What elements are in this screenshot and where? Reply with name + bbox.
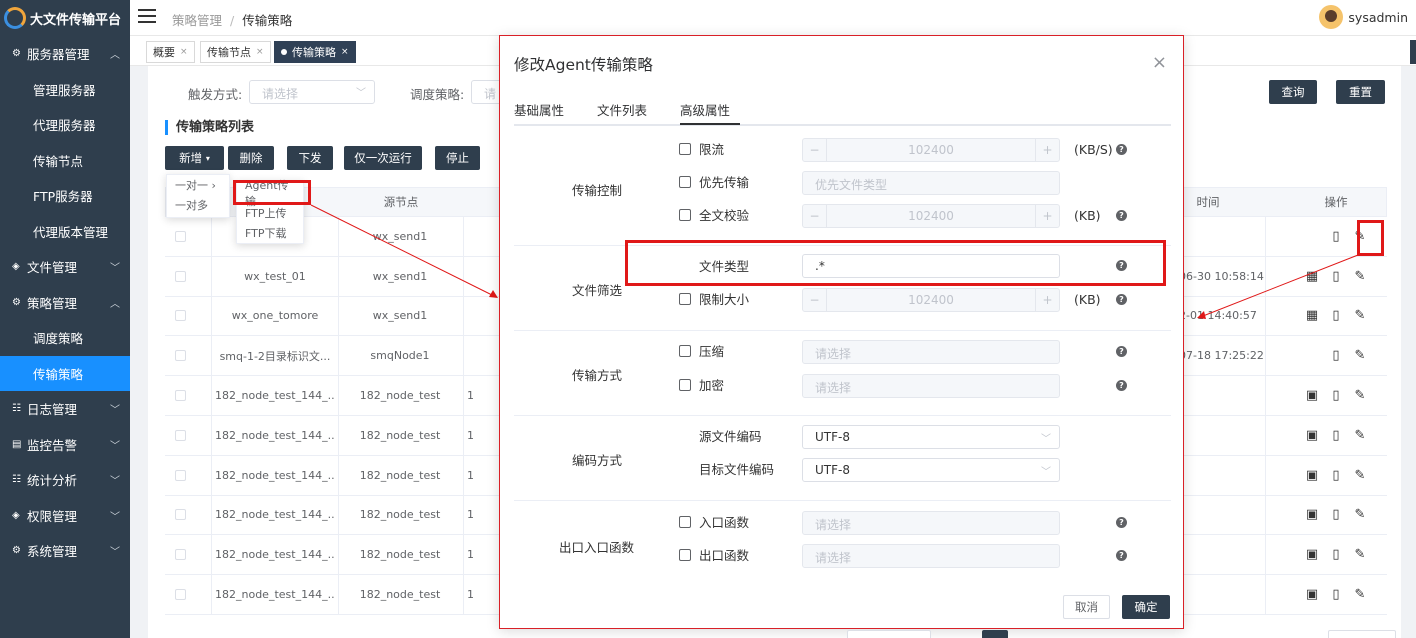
dialog-title: 修改Agent传输策略 — [514, 56, 653, 74]
encrypt-select[interactable]: 请选择 — [802, 374, 1060, 398]
checksum-input[interactable]: −102400 + — [802, 204, 1060, 228]
exit-function-select[interactable]: 请选择 — [802, 544, 1060, 568]
group-label: 传输控制 — [572, 183, 623, 198]
priority-checkbox[interactable]: 优先传输 — [679, 172, 749, 191]
arrow-head-right — [1197, 311, 1206, 319]
dialog-body: 传输控制 限流 −102400 + (KB/S) ? 优先传输 优先文件类型 全文… — [514, 126, 1171, 586]
plus-icon[interactable]: + — [1035, 289, 1059, 311]
entry-function-select[interactable]: 请选择 — [802, 511, 1060, 535]
page-size-select[interactable] — [847, 630, 931, 638]
exit-function-checkbox[interactable]: 出口函数 — [679, 545, 749, 564]
compress-checkbox[interactable]: 压缩 — [679, 341, 724, 360]
help-icon[interactable]: ? — [1116, 294, 1127, 305]
dialog-tabs: 基础属性 文件列表 高级属性 — [514, 96, 1171, 126]
target-encoding-label: 目标文件编码 — [699, 462, 775, 477]
compress-select[interactable]: 请选择 — [802, 340, 1060, 364]
help-icon[interactable]: ? — [1116, 517, 1127, 528]
arrow-line-right — [1202, 254, 1359, 317]
tab-file-list[interactable]: 文件列表 — [597, 100, 647, 119]
group-encoding: 编码方式 源文件编码 UTF-8 ﹀ 目标文件编码 UTF-8 ﹀ — [514, 416, 1171, 501]
plus-icon[interactable]: + — [1035, 205, 1059, 227]
minus-icon[interactable]: − — [803, 289, 827, 311]
size-limit-unit: (KB) — [1074, 292, 1101, 307]
target-encoding-select[interactable]: UTF-8 ﹀ — [802, 458, 1060, 482]
source-encoding-select[interactable]: UTF-8 ﹀ — [802, 425, 1060, 449]
encrypt-checkbox[interactable]: 加密 — [679, 375, 724, 394]
edit-policy-dialog: 修改Agent传输策略 × 基础属性 文件列表 高级属性 传输控制 限流 −10… — [499, 35, 1184, 629]
rate-limit-input[interactable]: −102400 + — [802, 138, 1060, 162]
help-icon[interactable]: ? — [1116, 210, 1127, 221]
help-icon[interactable]: ? — [1116, 346, 1127, 357]
size-limit-input[interactable]: −102400 + — [802, 288, 1060, 312]
cancel-button[interactable]: 取消 — [1063, 595, 1110, 619]
group-label: 编码方式 — [572, 453, 623, 468]
help-icon[interactable]: ? — [1116, 144, 1127, 155]
group-transfer-control: 传输控制 限流 −102400 + (KB/S) ? 优先传输 优先文件类型 全文… — [514, 126, 1171, 246]
group-label: 传输方式 — [572, 368, 623, 383]
entry-function-checkbox[interactable]: 入口函数 — [679, 512, 749, 531]
minus-icon[interactable]: − — [803, 139, 827, 161]
group-label: 文件筛选 — [572, 283, 623, 298]
size-limit-checkbox[interactable]: 限制大小 — [679, 289, 749, 308]
page-jump-input[interactable] — [1328, 630, 1396, 638]
checksum-checkbox[interactable]: 全文校验 — [679, 205, 749, 224]
priority-file-type-input[interactable]: 优先文件类型 — [802, 171, 1060, 195]
rate-limit-unit: (KB/S) — [1074, 142, 1113, 157]
arrow-line-left — [310, 204, 495, 297]
help-icon[interactable]: ? — [1116, 550, 1127, 561]
close-icon[interactable]: × — [1152, 52, 1167, 73]
group-io-functions: 出口入口函数 入口函数 请选择 ? 出口函数 请选择 ? — [514, 501, 1171, 586]
confirm-button[interactable]: 确定 — [1122, 595, 1170, 619]
plus-icon[interactable]: + — [1035, 139, 1059, 161]
group-label: 出口入口函数 — [559, 540, 635, 555]
rate-limit-checkbox[interactable]: 限流 — [679, 139, 724, 158]
tab-advanced-props[interactable]: 高级属性 — [680, 100, 730, 119]
checksum-unit: (KB) — [1074, 208, 1101, 223]
highlight-file-type — [625, 240, 1166, 286]
chevron-down-icon: ﹀ — [1041, 467, 1051, 478]
group-transfer-mode: 传输方式 压缩 请选择 ? 加密 请选择 ? — [514, 331, 1171, 416]
chevron-down-icon: ﹀ — [1041, 434, 1051, 445]
tab-ink-bar — [680, 123, 740, 125]
help-icon[interactable]: ? — [1116, 380, 1127, 391]
source-encoding-label: 源文件编码 — [699, 429, 762, 444]
page-current[interactable] — [982, 630, 1008, 638]
tab-basic-props[interactable]: 基础属性 — [514, 100, 564, 119]
minus-icon[interactable]: − — [803, 205, 827, 227]
